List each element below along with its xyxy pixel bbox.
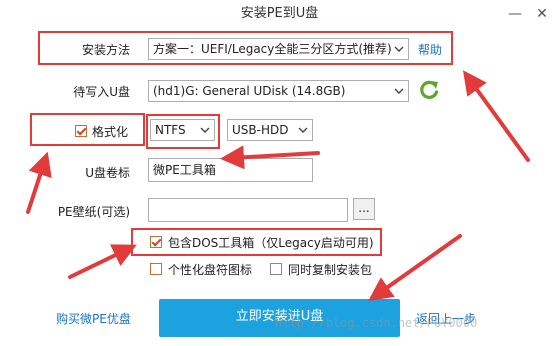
- arrow-to-dos-tools: [68, 244, 137, 279]
- arrow-to-install-button-right: [368, 234, 462, 301]
- arrow-to-format: [26, 151, 52, 214]
- arrow-to-install-method: [462, 70, 530, 162]
- annotation-arrows: [26, 70, 530, 301]
- arrow-to-filesystem: [220, 145, 320, 170]
